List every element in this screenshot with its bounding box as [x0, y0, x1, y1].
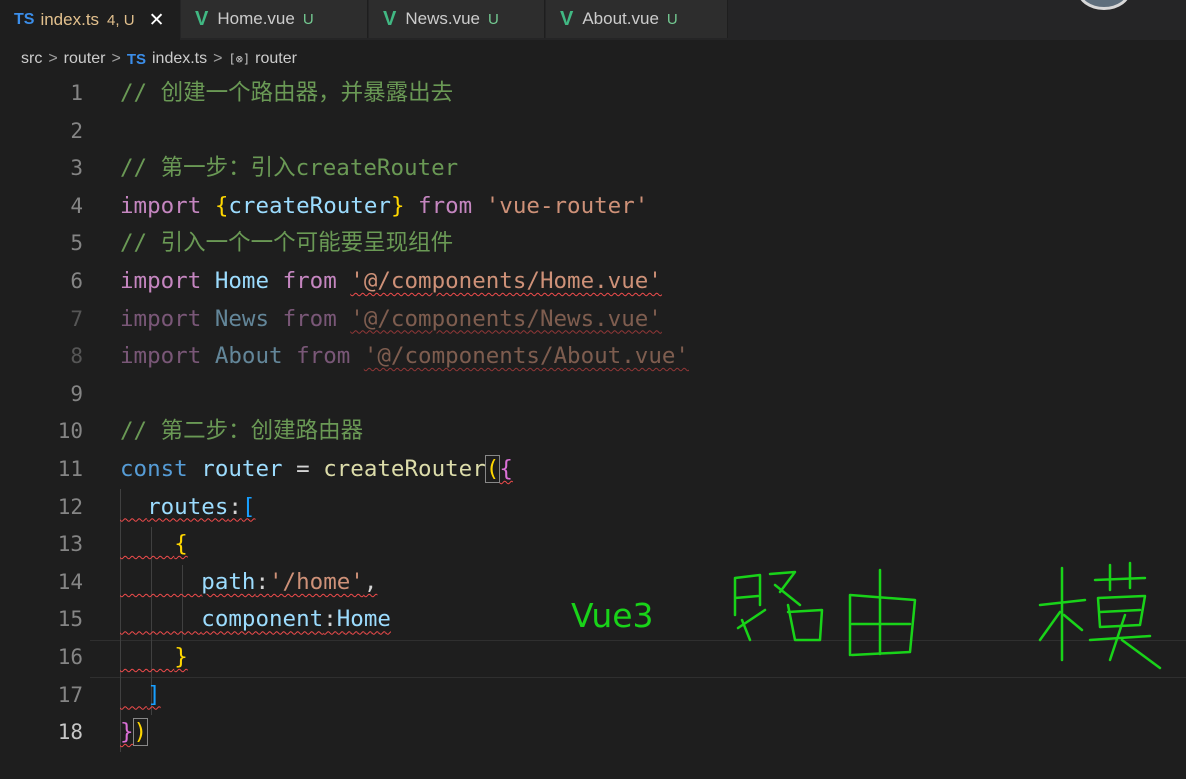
handwriting-annotation	[733, 561, 1162, 670]
